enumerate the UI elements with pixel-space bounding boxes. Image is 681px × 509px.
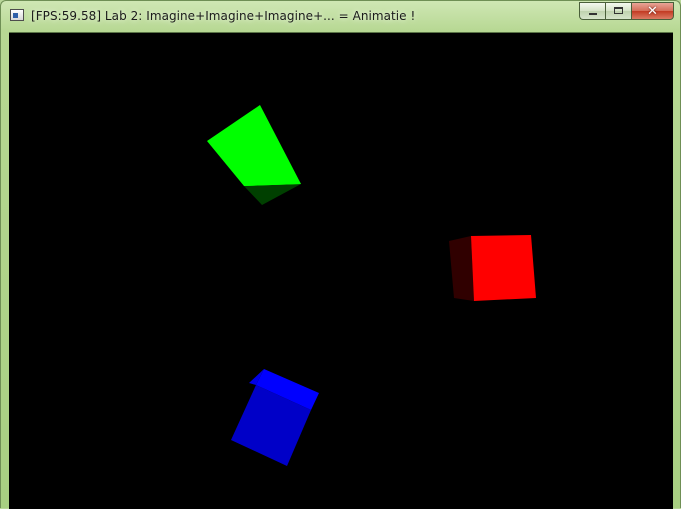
red-cube-front-face bbox=[471, 235, 536, 301]
close-button[interactable]: ✕ bbox=[631, 2, 674, 20]
green-cube bbox=[207, 105, 301, 205]
red-cube bbox=[449, 235, 536, 301]
title-bar[interactable]: [FPS:59.58] Lab 2: Imagine+Imagine+Imagi… bbox=[1, 1, 680, 33]
caption-buttons: ✕ bbox=[579, 2, 674, 20]
render-viewport[interactable] bbox=[9, 32, 673, 509]
app-window: [FPS:59.58] Lab 2: Imagine+Imagine+Imagi… bbox=[0, 0, 681, 509]
app-window-icon[interactable] bbox=[10, 9, 24, 21]
app-icon-mark bbox=[13, 13, 18, 18]
blue-cube bbox=[231, 369, 319, 466]
red-cube-side-face bbox=[449, 236, 474, 301]
close-icon: ✕ bbox=[647, 4, 658, 19]
maximize-icon bbox=[614, 7, 623, 14]
scene-canvas bbox=[207, 105, 536, 466]
minimize-icon bbox=[589, 13, 597, 15]
window-title: [FPS:59.58] Lab 2: Imagine+Imagine+Imagi… bbox=[31, 9, 416, 23]
minimize-button[interactable] bbox=[579, 2, 605, 20]
maximize-button[interactable] bbox=[605, 2, 631, 20]
